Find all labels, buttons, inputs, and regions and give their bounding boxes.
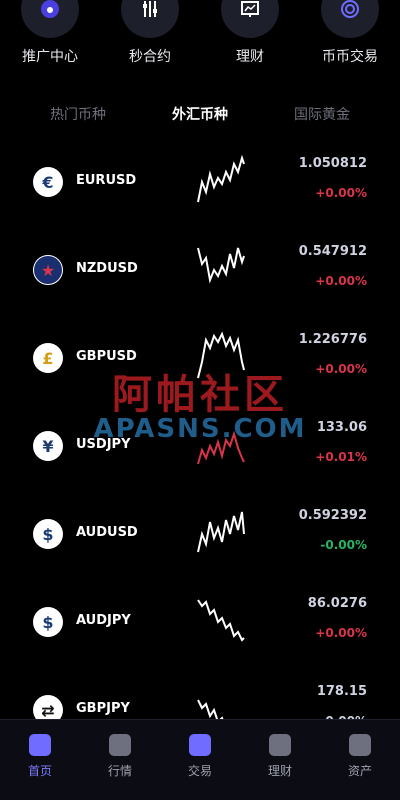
- change-percent: -0.00%: [320, 538, 367, 552]
- pair-symbol: NZDUSD: [76, 261, 138, 276]
- sparkline: [197, 331, 245, 379]
- person-icon: [21, 0, 79, 38]
- tab-gold[interactable]: 国际黄金: [262, 104, 382, 124]
- quick-action-finance[interactable]: 理财: [200, 0, 300, 66]
- price: 0.547912: [298, 244, 367, 259]
- change-percent: +0.00%: [315, 274, 367, 288]
- nav-market[interactable]: 行情: [80, 734, 160, 779]
- pair-symbol: USDJPY: [76, 437, 131, 452]
- pair-symbol: GBPJPY: [76, 701, 130, 716]
- quick-action-spot-trading[interactable]: 币币交易: [300, 0, 400, 66]
- swap-icon: [189, 734, 211, 756]
- sparkline: [197, 599, 245, 642]
- sparkline: [197, 247, 245, 284]
- nz-flag-icon: ★: [33, 255, 63, 285]
- dollar-icon: $: [33, 607, 63, 637]
- nav-label: 交易: [187, 764, 212, 778]
- price: 178.15: [316, 684, 367, 699]
- change-percent: +0.00%: [315, 362, 367, 376]
- quick-action-second-contract[interactable]: 秒合约: [100, 0, 200, 66]
- list-item[interactable]: $ AUDUSD 0.592392 -0.00%: [0, 492, 400, 580]
- change-percent: +0.00%: [315, 626, 367, 640]
- yen-icon: ¥: [33, 431, 63, 461]
- price: 0.592392: [298, 508, 367, 523]
- nav-home[interactable]: 首页: [0, 734, 80, 779]
- quick-action-label: 推广中心: [22, 49, 78, 65]
- quick-action-promotion[interactable]: 推广中心: [0, 0, 100, 66]
- dollar-icon: $: [33, 519, 63, 549]
- nav-assets[interactable]: 资产: [320, 734, 400, 779]
- nav-trade[interactable]: 交易: [160, 734, 240, 779]
- quick-action-label: 秒合约: [129, 49, 171, 65]
- coin-icon: [321, 0, 379, 38]
- chart-icon: [221, 0, 279, 38]
- sparkline: [197, 154, 245, 203]
- tab-forex[interactable]: 外汇币种: [140, 104, 260, 124]
- pair-symbol: AUDUSD: [76, 525, 138, 540]
- list-item[interactable]: $ AUDJPY 86.0276 +0.00%: [0, 580, 400, 668]
- wallet-icon: [349, 734, 371, 756]
- change-percent: +0.01%: [315, 450, 367, 464]
- pair-symbol: AUDJPY: [76, 613, 131, 628]
- list-item[interactable]: £ GBPUSD 1.226776 +0.00%: [0, 316, 400, 404]
- euro-icon: €: [33, 167, 63, 197]
- quick-action-label: 理财: [236, 49, 264, 65]
- sparkline: [197, 511, 245, 553]
- pair-symbol: EURUSD: [76, 173, 137, 188]
- change-percent: +0.00%: [315, 186, 367, 200]
- bookmark-icon: [269, 734, 291, 756]
- price: 86.0276: [307, 596, 367, 611]
- bag-icon: [109, 734, 131, 756]
- nav-finance[interactable]: 理财: [240, 734, 320, 779]
- market-tabs: 热门币种 外汇币种 国际黄金: [0, 104, 400, 128]
- nav-label: 行情: [107, 764, 132, 778]
- sliders-icon: [121, 0, 179, 38]
- pair-symbol: GBPUSD: [76, 349, 137, 364]
- bottom-nav: 首页 行情 交易 理财 资产: [0, 719, 400, 800]
- list-item[interactable]: ¥ USDJPY 133.06 +0.01%: [0, 404, 400, 492]
- nav-label: 首页: [27, 764, 52, 778]
- quick-action-label: 币币交易: [322, 49, 378, 65]
- quick-actions: 推广中心 秒合约 理财 币币交易: [0, 0, 400, 80]
- nav-label: 理财: [267, 764, 292, 778]
- pound-icon: £: [33, 343, 63, 373]
- price: 133.06: [316, 420, 367, 435]
- tab-hot-coins[interactable]: 热门币种: [18, 104, 138, 124]
- sparkline: [197, 430, 245, 465]
- nav-label: 资产: [347, 764, 372, 778]
- home-icon: [29, 734, 51, 756]
- price: 1.050812: [298, 156, 367, 171]
- price: 1.226776: [298, 332, 367, 347]
- list-item[interactable]: ★ NZDUSD 0.547912 +0.00%: [0, 228, 400, 316]
- list-item[interactable]: € EURUSD 1.050812 +0.00%: [0, 140, 400, 228]
